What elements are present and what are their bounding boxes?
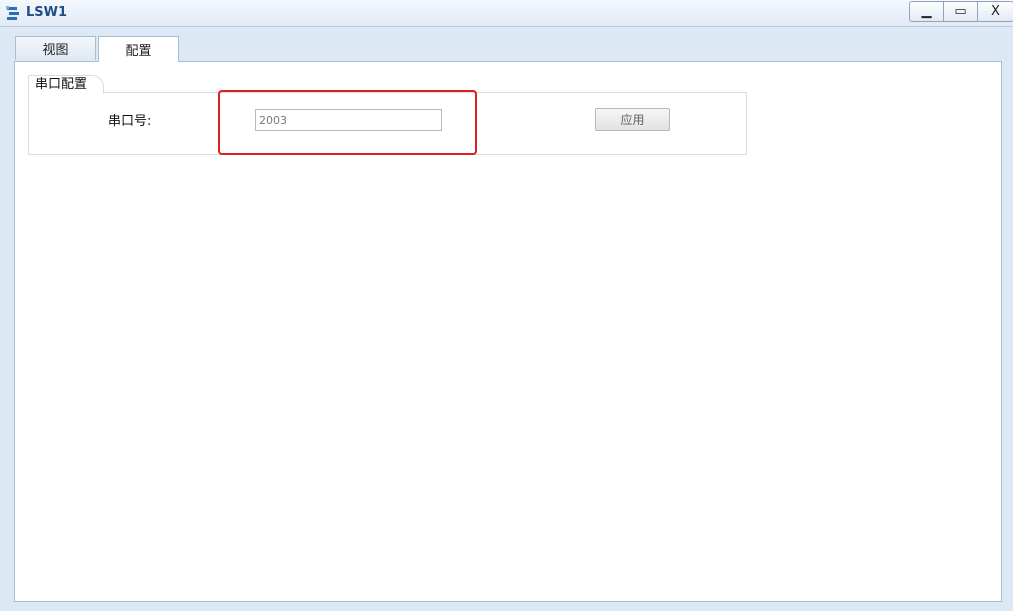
tab-config[interactable]: 配置 — [98, 36, 179, 62]
window-controls: ▁ ▭ X — [909, 1, 1013, 22]
apply-button[interactable]: 应用 — [595, 108, 670, 131]
close-button[interactable]: X — [978, 1, 1013, 22]
serial-port-input[interactable] — [255, 109, 442, 131]
minimize-icon: ▁ — [921, 4, 932, 19]
maximize-icon: ▭ — [954, 4, 967, 19]
minimize-button[interactable]: ▁ — [909, 1, 944, 22]
close-icon: X — [991, 4, 1000, 19]
tab-view[interactable]: 视图 — [15, 36, 96, 60]
serial-port-label: 串口号: — [108, 114, 152, 129]
window-title: LSW1 — [26, 5, 68, 20]
serial-config-group-title: 串口配置 — [28, 75, 105, 94]
title-bar: LSW1 ▁ ▭ X — [0, 0, 1013, 27]
maximize-button[interactable]: ▭ — [944, 1, 978, 22]
switch-icon — [6, 6, 19, 20]
